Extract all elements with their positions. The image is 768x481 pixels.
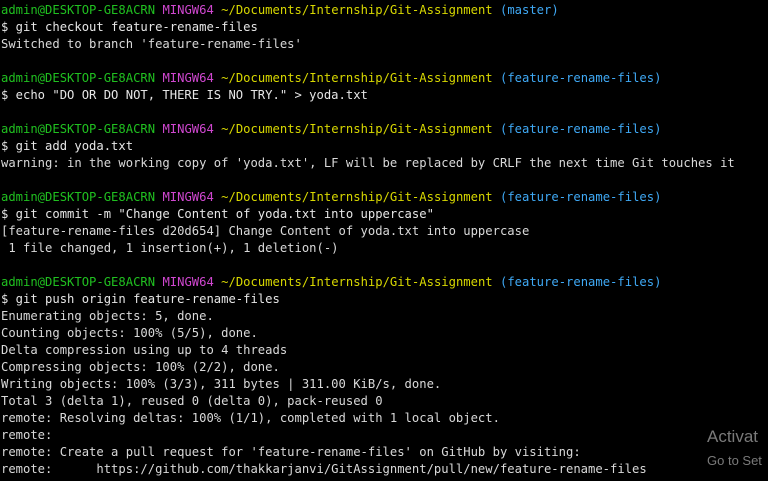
command-line: $ git commit -m "Change Content of yoda.… (1, 207, 434, 221)
prompt-user-host: admin@DESKTOP-GE8ACRN (1, 275, 156, 289)
prompt-branch: (feature-rename-files) (500, 71, 662, 85)
prompt-path: ~/Documents/Internship/Git-Assignment (221, 71, 493, 85)
terminal-output: admin@DESKTOP-GE8ACRN MINGW64 ~/Document… (1, 2, 768, 478)
prompt-branch: (feature-rename-files) (500, 122, 662, 136)
prompt-shell: MINGW64 (162, 275, 214, 289)
prompt-user-host: admin@DESKTOP-GE8ACRN (1, 71, 156, 85)
prompt-user-host: admin@DESKTOP-GE8ACRN (1, 190, 156, 204)
prompt-branch: (feature-rename-files) (500, 275, 662, 289)
activate-windows-watermark-title: Activat (707, 427, 759, 446)
prompt-branch: (master) (500, 3, 559, 17)
activate-windows-watermark-subtitle: Go to Set (707, 453, 762, 468)
output-line: warning: in the working copy of 'yoda.tx… (1, 156, 735, 170)
prompt-branch: (feature-rename-files) (500, 190, 662, 204)
prompt-shell: MINGW64 (162, 3, 214, 17)
output-line: Enumerating objects: 5, done. (1, 309, 214, 323)
output-line: Compressing objects: 100% (2/2), done. (1, 360, 280, 374)
prompt-line: admin@DESKTOP-GE8ACRN MINGW64 ~/Document… (1, 70, 768, 87)
prompt-path: ~/Documents/Internship/Git-Assignment (221, 122, 493, 136)
output-line: remote: (1, 428, 53, 442)
prompt-shell: MINGW64 (162, 71, 214, 85)
output-line: 1 file changed, 1 insertion(+), 1 deleti… (1, 241, 339, 255)
output-line: remote: https://github.com/thakkarjanvi/… (1, 462, 647, 476)
command-line: $ git add yoda.txt (1, 139, 134, 153)
prompt-path: ~/Documents/Internship/Git-Assignment (221, 190, 493, 204)
output-line: Delta compression using up to 4 threads (1, 343, 288, 357)
prompt-path: ~/Documents/Internship/Git-Assignment (221, 3, 493, 17)
prompt-line: admin@DESKTOP-GE8ACRN MINGW64 ~/Document… (1, 189, 768, 206)
prompt-path: ~/Documents/Internship/Git-Assignment (221, 275, 493, 289)
prompt-shell: MINGW64 (162, 122, 214, 136)
prompt-shell: MINGW64 (162, 190, 214, 204)
terminal-window[interactable]: admin@DESKTOP-GE8ACRN MINGW64 ~/Document… (0, 0, 768, 481)
command-line: $ git push origin feature-rename-files (1, 292, 280, 306)
output-line: Counting objects: 100% (5/5), done. (1, 326, 258, 340)
prompt-user-host: admin@DESKTOP-GE8ACRN (1, 122, 156, 136)
prompt-line: admin@DESKTOP-GE8ACRN MINGW64 ~/Document… (1, 121, 768, 138)
output-line: Writing objects: 100% (3/3), 311 bytes |… (1, 377, 442, 391)
prompt-line: admin@DESKTOP-GE8ACRN MINGW64 ~/Document… (1, 2, 768, 19)
prompt-user-host: admin@DESKTOP-GE8ACRN (1, 3, 156, 17)
output-line: remote: Resolving deltas: 100% (1/1), co… (1, 411, 500, 425)
output-line: [feature-rename-files d20d654] Change Co… (1, 224, 530, 238)
output-line: Total 3 (delta 1), reused 0 (delta 0), p… (1, 394, 383, 408)
command-line: $ echo "DO OR DO NOT, THERE IS NO TRY." … (1, 88, 368, 102)
output-line: Switched to branch 'feature-rename-files… (1, 37, 302, 51)
output-line: remote: Create a pull request for 'featu… (1, 445, 581, 459)
prompt-line: admin@DESKTOP-GE8ACRN MINGW64 ~/Document… (1, 274, 768, 291)
command-line: $ git checkout feature-rename-files (1, 20, 258, 34)
